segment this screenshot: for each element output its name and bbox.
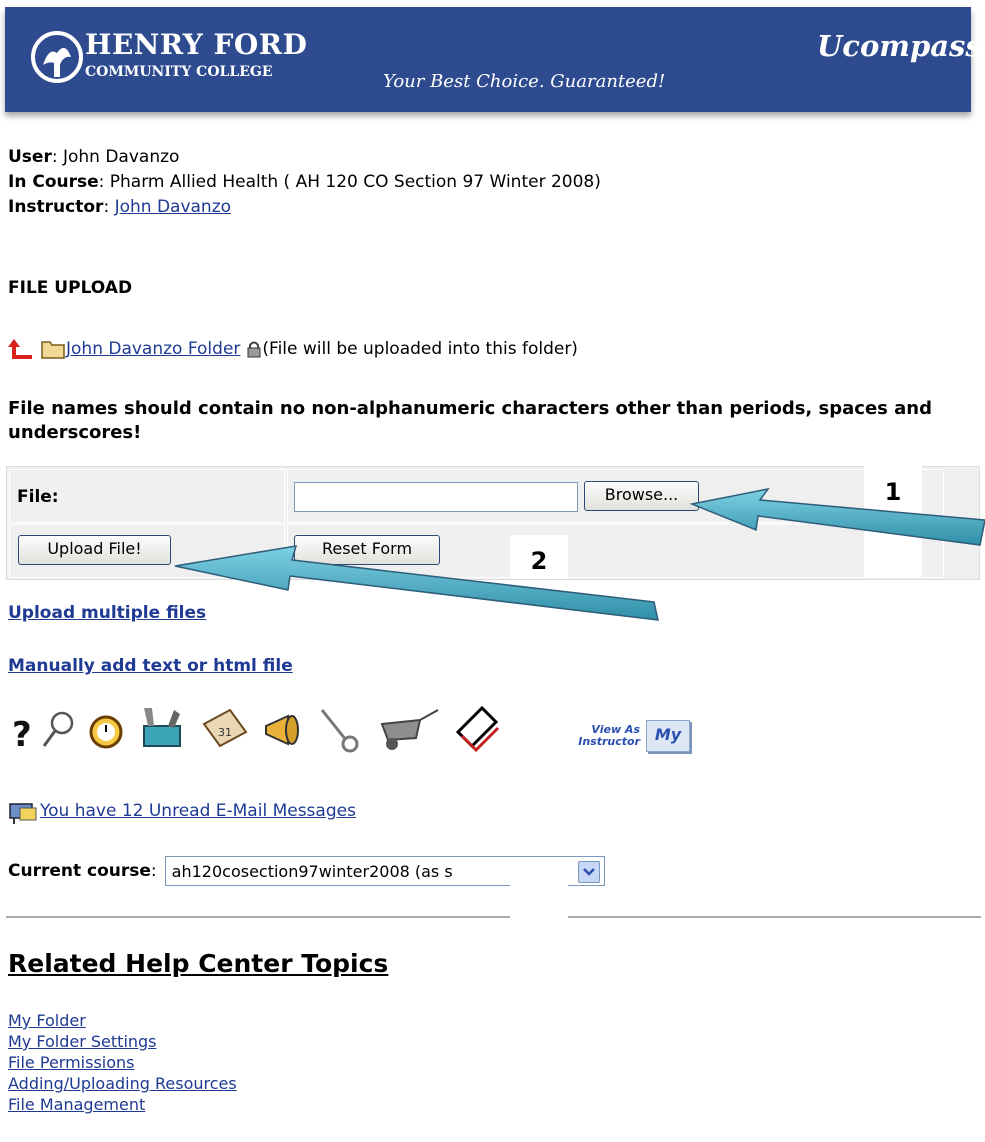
help-topic-link[interactable]: My Folder xyxy=(8,1010,237,1031)
course-value: : Pharm Allied Health ( AH 120 CO Sectio… xyxy=(98,172,601,192)
current-course-sep: : xyxy=(150,861,157,881)
mail-row: You have 12 Unread E-Mail Messages xyxy=(8,798,356,824)
search-icon[interactable] xyxy=(40,710,76,750)
product-name: Ucompass xyxy=(817,29,982,63)
view-as-instructor-icon[interactable]: View As Instructor xyxy=(554,724,640,752)
header-banner: HENRY FORD COMMUNITY COLLEGE Your Best C… xyxy=(5,7,982,112)
upload-form: File: Browse... Upload File! Reset Form xyxy=(6,466,980,580)
up-folder-icon[interactable] xyxy=(8,337,34,361)
folder-note: (File will be uploaded into this folder) xyxy=(262,339,578,359)
folder-row: John Davanzo Folder (File will be upload… xyxy=(8,334,578,364)
callout-2-label: 2 xyxy=(530,547,548,575)
filename-warning: File names should contain no non-alphanu… xyxy=(8,398,932,443)
course-label: In Course xyxy=(8,172,99,192)
svg-text:31: 31 xyxy=(218,726,232,739)
user-value: : John Davanzo xyxy=(51,147,180,167)
help-icon[interactable]: ? xyxy=(10,712,34,752)
brand-subtitle: COMMUNITY COLLEGE xyxy=(85,64,273,80)
lock-icon xyxy=(247,341,261,358)
folder-link[interactable]: John Davanzo Folder xyxy=(66,339,240,359)
chevron-down-icon[interactable] xyxy=(577,861,600,883)
instructor-sep: : xyxy=(103,197,115,217)
toolbar-icons: ? 31 View As Instructor My xyxy=(10,700,730,760)
unread-mail-link[interactable]: You have 12 Unread E-Mail Messages xyxy=(40,801,356,821)
file-path-input[interactable] xyxy=(294,482,578,512)
overlay-patch xyxy=(510,862,568,920)
current-course-label: Current course xyxy=(8,861,151,881)
user-label: User xyxy=(8,147,52,167)
instructor-line: Instructor: John Davanzo xyxy=(8,197,231,217)
user-line: User: John Davanzo xyxy=(8,147,179,167)
upload-file-button[interactable]: Upload File! xyxy=(18,535,171,565)
callout-1-label: 1 xyxy=(884,478,902,506)
slogan: Your Best Choice. Guaranteed! xyxy=(383,71,666,92)
megaphone-icon[interactable] xyxy=(262,712,306,748)
instructor-label: Instructor xyxy=(8,197,104,217)
help-heading: Related Help Center Topics xyxy=(8,949,389,978)
wheelbarrow-icon[interactable] xyxy=(376,706,442,752)
view-as-line2: Instructor xyxy=(578,735,640,748)
my-label: My xyxy=(654,725,682,744)
brand-name: HENRY FORD xyxy=(85,28,308,61)
svg-text:?: ? xyxy=(12,715,32,752)
course-line: In Course: Pharm Allied Health ( AH 120 … xyxy=(8,172,601,192)
instructor-link[interactable]: John Davanzo xyxy=(115,197,231,217)
key-icon[interactable] xyxy=(316,704,362,754)
callout-2: 2 xyxy=(510,535,568,579)
browse-button[interactable]: Browse... xyxy=(584,481,699,511)
course-select-value: ah120cosection97winter2008 (as s xyxy=(171,861,453,881)
my-icon[interactable]: My xyxy=(646,720,690,752)
stopwatch-icon[interactable] xyxy=(86,710,126,750)
help-topic-link[interactable]: My Folder Settings xyxy=(8,1031,237,1052)
help-topic-link[interactable]: Adding/Uploading Resources xyxy=(8,1073,237,1094)
divider xyxy=(6,916,981,918)
file-label: File: xyxy=(17,487,59,507)
page-title: FILE UPLOAD xyxy=(8,278,133,298)
book-icon[interactable] xyxy=(454,704,500,752)
manual-add-link[interactable]: Manually add text or html file xyxy=(8,656,293,676)
help-topic-link[interactable]: File Permissions xyxy=(8,1052,237,1073)
help-topics-list: My Folder My Folder Settings File Permis… xyxy=(8,1010,237,1115)
calendar-icon[interactable]: 31 xyxy=(200,706,250,750)
college-logo-icon xyxy=(31,31,83,83)
folder-icon xyxy=(41,341,65,359)
help-topic-link[interactable]: File Management xyxy=(8,1094,237,1115)
mailbox-icon xyxy=(9,803,37,824)
upload-multiple-link[interactable]: Upload multiple files xyxy=(8,603,206,623)
reset-form-button[interactable]: Reset Form xyxy=(294,535,440,565)
callout-1: 1 xyxy=(864,466,922,578)
toolbox-icon[interactable] xyxy=(138,704,186,750)
